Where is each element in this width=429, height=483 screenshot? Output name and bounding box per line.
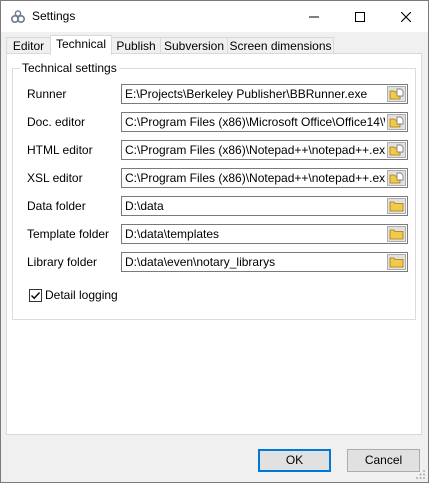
open-file-icon [389, 172, 404, 184]
tab-subversion[interactable]: Subversion [160, 37, 228, 54]
library-folder-browse-button[interactable] [387, 254, 406, 270]
tab-editor[interactable]: Editor [6, 37, 51, 54]
runner-browse-button[interactable] [387, 86, 406, 102]
template-folder-browse-button[interactable] [387, 226, 406, 242]
technical-settings-group: Technical settings Runner E:\Projects\Be… [12, 61, 416, 320]
folder-icon [389, 201, 404, 212]
data-folder-browse-button[interactable] [387, 198, 406, 214]
checkmark-icon [31, 292, 41, 300]
tab-screen-dimensions[interactable]: Screen dimensions [227, 37, 334, 54]
template-folder-label: Template folder [27, 227, 110, 241]
html-editor-label: HTML editor [27, 143, 93, 157]
library-folder-value: D:\data\even\notary_librarys [125, 255, 276, 269]
maximize-icon [355, 11, 365, 22]
tab-technical[interactable]: Technical [50, 35, 112, 55]
xsl-editor-browse-button[interactable] [387, 170, 406, 186]
folder-icon [389, 257, 404, 268]
html-editor-browse-button[interactable] [387, 142, 406, 158]
runner-value: E:\Projects\Berkeley Publisher\BBRunner.… [125, 87, 368, 101]
group-title: Technical settings [20, 61, 119, 75]
template-folder-field[interactable]: D:\data\templates [121, 224, 408, 244]
open-file-icon [389, 144, 404, 156]
doc-editor-value: C:\Program Files (x86)\Microsoft Office\… [125, 115, 385, 129]
open-file-icon [389, 116, 404, 128]
title-bar: Settings [1, 1, 428, 32]
maximize-button[interactable] [337, 1, 383, 32]
detail-logging-checkbox[interactable] [29, 289, 42, 302]
doc-editor-browse-button[interactable] [387, 114, 406, 130]
xsl-editor-label: XSL editor [27, 171, 83, 185]
technical-tab-panel: Technical settings Runner E:\Projects\Be… [6, 53, 422, 435]
ok-button[interactable]: OK [258, 449, 331, 472]
detail-logging-label: Detail logging [45, 288, 118, 302]
close-icon [401, 11, 411, 22]
tab-publish[interactable]: Publish [111, 37, 161, 54]
window-title: Settings [32, 9, 76, 23]
folder-icon [389, 229, 404, 240]
close-button[interactable] [383, 1, 429, 32]
xsl-editor-value: C:\Program Files (x86)\Notepad++\notepad… [125, 171, 385, 185]
data-folder-value: D:\data [125, 199, 164, 213]
app-gears-icon [10, 9, 26, 25]
library-folder-label: Library folder [27, 255, 98, 269]
runner-field[interactable]: E:\Projects\Berkeley Publisher\BBRunner.… [121, 84, 408, 104]
resize-grip-icon[interactable] [414, 468, 426, 480]
template-folder-value: D:\data\templates [125, 227, 220, 241]
doc-editor-label: Doc. editor [27, 115, 86, 129]
xsl-editor-field[interactable]: C:\Program Files (x86)\Notepad++\notepad… [121, 168, 408, 188]
minimize-button[interactable] [291, 1, 337, 32]
library-folder-field[interactable]: D:\data\even\notary_librarys [121, 252, 408, 272]
minimize-icon [309, 16, 319, 17]
html-editor-field[interactable]: C:\Program Files (x86)\Notepad++\notepad… [121, 140, 408, 160]
data-folder-label: Data folder [27, 199, 86, 213]
settings-window: Settings Editor Technical Publish Subver… [0, 0, 429, 483]
data-folder-field[interactable]: D:\data [121, 196, 408, 216]
runner-label: Runner [27, 87, 67, 101]
cancel-button[interactable]: Cancel [347, 449, 420, 472]
open-file-icon [389, 88, 404, 100]
html-editor-value: C:\Program Files (x86)\Notepad++\notepad… [125, 143, 385, 157]
doc-editor-field[interactable]: C:\Program Files (x86)\Microsoft Office\… [121, 112, 408, 132]
